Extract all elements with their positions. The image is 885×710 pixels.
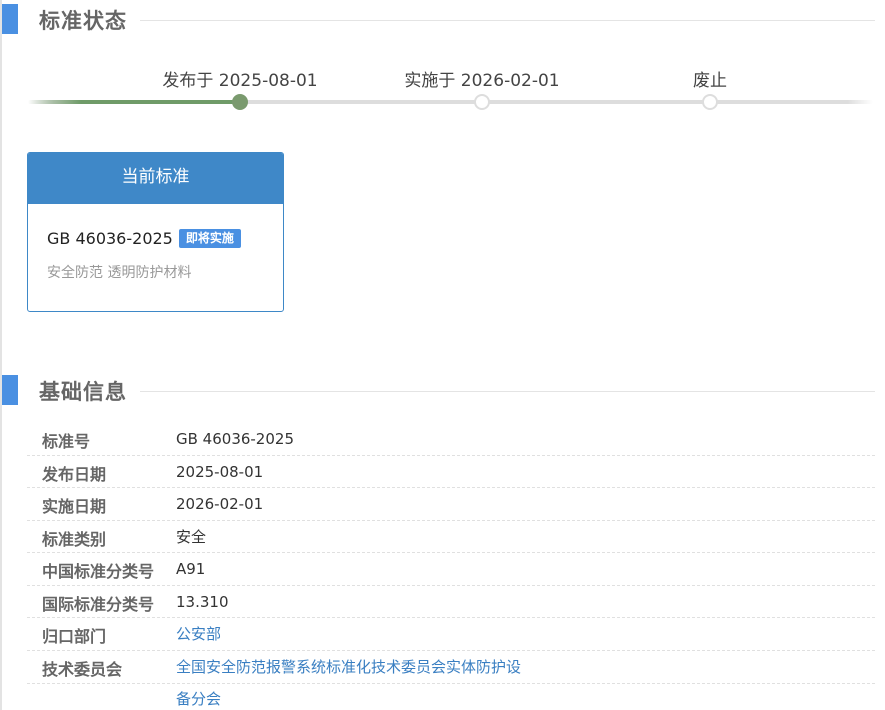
basic-info-section-title: 基础信息	[39, 380, 127, 404]
section-divider	[140, 20, 875, 21]
info-value: 安全	[176, 527, 207, 546]
info-row-committee: 技术委员会 全国安全防范报警系统标准化技术委员会实体防护设备分会	[27, 651, 875, 710]
current-standard-card[interactable]: 当前标准 GB 46036-2025 即将实施 安全防范 透明防护材料	[27, 152, 284, 312]
section-accent-bar	[2, 375, 18, 405]
current-standard-code-row: GB 46036-2025 即将实施	[47, 229, 241, 248]
status-badge: 即将实施	[178, 229, 241, 248]
info-key: 中国标准分类号	[42, 562, 155, 581]
info-value: 2026-02-01	[176, 495, 264, 513]
info-value: GB 46036-2025	[176, 430, 294, 448]
info-row-publish-date: 发布日期 2025-08-01	[27, 456, 875, 488]
timeline-step-effective-label: 实施于 2026-02-01	[404, 71, 560, 91]
timeline-step-abolished-label: 废止	[693, 71, 727, 91]
info-row-effective-date: 实施日期 2026-02-01	[27, 488, 875, 521]
info-row-department: 归口部门 公安部	[27, 618, 875, 651]
status-section-title: 标准状态	[39, 9, 127, 33]
timeline-step-effective-dot	[474, 94, 490, 110]
basic-info-section-header: 基础信息	[0, 375, 885, 405]
info-key: 标准号	[42, 432, 91, 451]
current-standard-name: 安全防范 透明防护材料	[47, 265, 192, 281]
info-key: 技术委员会	[42, 659, 123, 679]
info-value: A91	[176, 560, 206, 578]
info-row-ccs: 中国标准分类号 A91	[27, 553, 875, 586]
timeline-step-published-label: 发布于 2025-08-01	[162, 71, 318, 91]
info-key: 归口部门	[42, 627, 107, 646]
info-row-ics: 国际标准分类号 13.310	[27, 586, 875, 618]
department-link[interactable]: 公安部	[176, 618, 521, 650]
info-value: 2025-08-01	[176, 462, 264, 481]
info-row-standard-number: 标准号 GB 46036-2025	[27, 423, 875, 456]
info-value: 13.310	[176, 592, 229, 611]
info-key: 国际标准分类号	[42, 594, 155, 614]
info-key: 发布日期	[42, 464, 107, 484]
status-timeline: 发布于 2025-08-01 实施于 2026-02-01 废止	[0, 60, 885, 120]
info-row-category: 标准类别 安全	[27, 521, 875, 553]
current-standard-code: GB 46036-2025	[47, 229, 173, 248]
current-standard-card-header: 当前标准	[28, 153, 283, 204]
basic-info-table: 标准号 GB 46036-2025 发布日期 2025-08-01 实施日期 2…	[27, 423, 875, 710]
committee-link[interactable]: 全国安全防范报警系统标准化技术委员会实体防护设备分会	[176, 651, 521, 710]
info-key: 实施日期	[42, 497, 107, 516]
timeline-step-abolished-dot	[702, 94, 718, 110]
section-divider	[140, 391, 875, 392]
section-accent-bar	[2, 4, 18, 34]
info-key: 标准类别	[42, 529, 107, 549]
timeline-progress	[28, 100, 240, 104]
timeline-step-published-dot	[232, 94, 248, 110]
status-section-header: 标准状态	[0, 4, 885, 34]
